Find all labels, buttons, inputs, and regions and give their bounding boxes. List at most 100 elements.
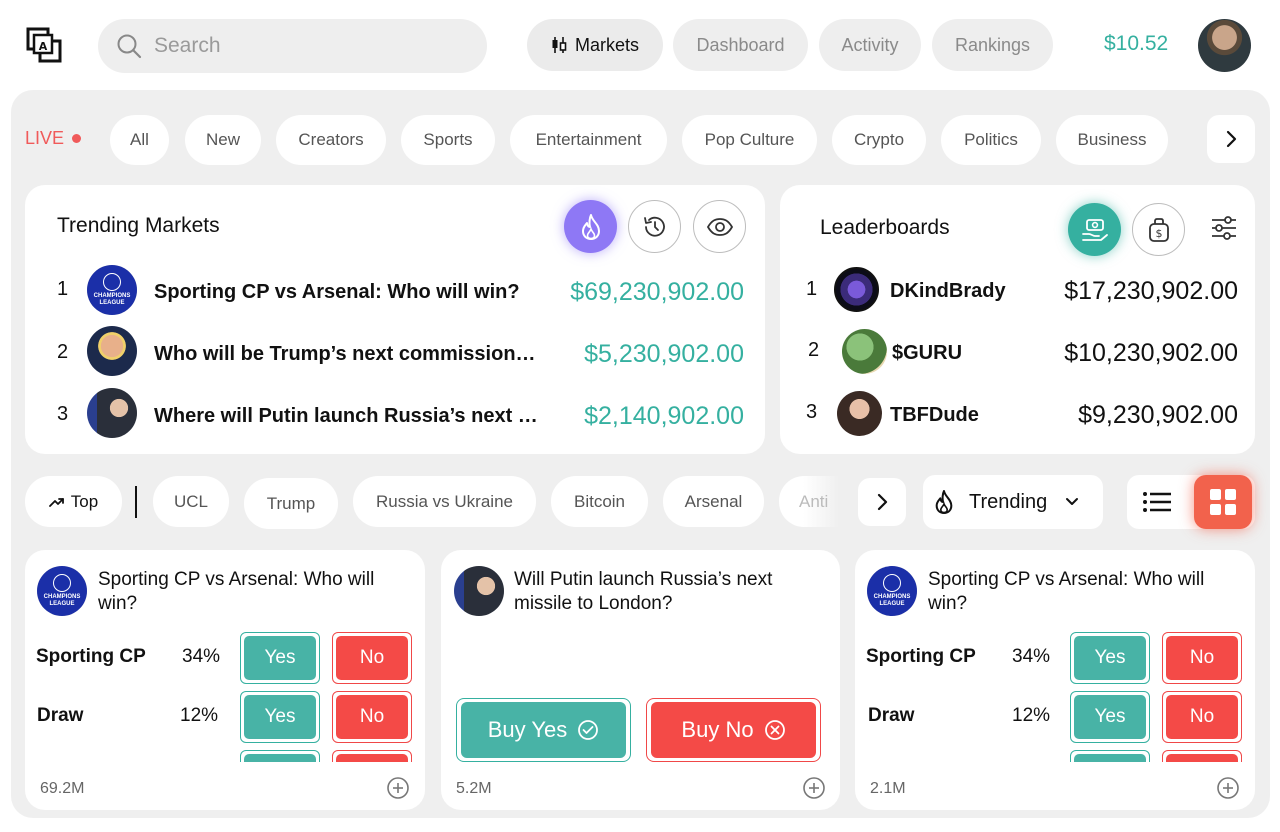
yes-button[interactable]: Yes (1070, 632, 1150, 684)
top-filter-label: Top (70, 491, 99, 511)
leader-rank: 1 (806, 278, 818, 300)
tag-label: Anti (799, 491, 829, 511)
category-next-button[interactable] (1207, 115, 1255, 163)
chevron-down-icon (1066, 498, 1079, 505)
buy-no-button[interactable]: Buy No (646, 698, 821, 762)
nav-markets[interactable]: Markets (527, 19, 663, 71)
tag-chip[interactable]: Arsenal (663, 476, 764, 527)
search-input[interactable]: Search (98, 19, 487, 73)
nav-markets-label: Markets (574, 34, 639, 55)
category-chip[interactable]: New (185, 115, 261, 165)
plus-circle-icon (803, 777, 825, 799)
yes-button[interactable]: Yes (240, 691, 320, 743)
nav-activity-label: Activity (841, 34, 899, 55)
market-title[interactable]: Sporting CP vs Arsenal: Who will win? (154, 281, 534, 304)
market-title[interactable]: Who will be Trump’s next commissioner? (154, 343, 546, 366)
outcome-list: Sporting CP 34% Yes No Draw 12% Yes No (25, 625, 425, 762)
yes-button[interactable] (1070, 750, 1150, 762)
champions-league-logo: CHAMPIONS LEAGUE (37, 566, 87, 616)
market-question[interactable]: Will Putin launch Russia’s next missile … (514, 568, 824, 616)
no-button[interactable] (332, 750, 412, 762)
user-avatar[interactable] (1198, 19, 1251, 72)
market-rank: 1 (57, 278, 69, 300)
chevron-right-icon (877, 493, 888, 511)
sort-label: Trending (969, 490, 1048, 513)
app-logo[interactable]: A (26, 27, 62, 63)
sort-dropdown[interactable]: Trending (923, 475, 1103, 529)
leader-name[interactable]: $GURU (892, 342, 962, 365)
tag-chip[interactable]: Bitcoin (551, 476, 648, 527)
filter-divider (135, 486, 137, 518)
no-button[interactable]: No (1162, 632, 1242, 684)
leader-name[interactable]: TBFDude (890, 404, 979, 427)
no-label: No (336, 636, 408, 680)
live-indicator[interactable]: LIVE (25, 128, 82, 149)
nav-dashboard[interactable]: Dashboard (673, 19, 808, 71)
category-label: All (130, 130, 149, 149)
top-filter-button[interactable]: Top (25, 476, 122, 527)
category-label: New (205, 130, 240, 149)
market-volume: $69,230,902.00 (570, 278, 744, 306)
outcome-percent: 34% (182, 646, 221, 667)
tag-label: Bitcoin (573, 491, 626, 511)
market-volume: $2,140,902.00 (584, 402, 744, 430)
buy-yes-button[interactable]: Buy Yes (456, 698, 631, 762)
yes-label: Yes (244, 695, 316, 739)
category-label: Politics (964, 130, 1018, 149)
grid-view-button[interactable] (1194, 475, 1252, 529)
no-label: No (1166, 695, 1238, 739)
money-hand-icon (1081, 218, 1108, 241)
outcome-percent: 34% (1012, 646, 1051, 667)
market-question[interactable]: Sporting CP vs Arsenal: Who will win? (98, 568, 418, 616)
watchlist-toggle-button[interactable] (693, 200, 746, 253)
no-button[interactable]: No (1162, 691, 1242, 743)
add-button[interactable] (1216, 776, 1240, 805)
tag-chip[interactable]: Trump (244, 478, 338, 529)
outcome-name: Draw (37, 705, 84, 726)
putin-avatar (87, 388, 137, 438)
trending-up-icon (48, 497, 64, 507)
add-button[interactable] (802, 776, 826, 805)
tags-next-button[interactable] (858, 478, 906, 526)
tag-chip[interactable]: Russia vs Ukraine (353, 476, 536, 527)
category-chip[interactable]: Business (1056, 115, 1168, 165)
wallet-toggle-button[interactable]: $ (1132, 203, 1185, 256)
search-icon (117, 34, 142, 59)
list-view-button[interactable] (1141, 486, 1173, 523)
yes-button[interactable]: Yes (240, 632, 320, 684)
buy-no-label: Buy No (681, 717, 754, 742)
trending-toggle-button[interactable] (564, 200, 617, 253)
add-button[interactable] (386, 776, 410, 805)
nav-rankings[interactable]: Rankings (932, 19, 1053, 71)
no-button[interactable] (1162, 750, 1242, 762)
leader-name[interactable]: DKindBrady (890, 280, 1006, 303)
filter-settings-button[interactable] (1210, 215, 1238, 246)
tag-chip[interactable]: Anti (779, 476, 839, 527)
category-chip[interactable]: Sports (401, 115, 495, 165)
yes-button[interactable]: Yes (1070, 691, 1150, 743)
yes-button[interactable] (240, 750, 320, 762)
category-chip[interactable]: Creators (276, 115, 386, 165)
wallet-balance[interactable]: $10.52 (1104, 32, 1168, 56)
leader-avatar (837, 391, 882, 436)
category-chip[interactable]: All (110, 115, 169, 165)
no-label: No (1166, 636, 1238, 680)
category-chip[interactable]: Politics (941, 115, 1041, 165)
no-button[interactable]: No (332, 632, 412, 684)
category-chip[interactable]: Crypto (832, 115, 926, 165)
recent-toggle-button[interactable] (628, 200, 681, 253)
putin-avatar (454, 566, 504, 616)
candlestick-icon (551, 36, 567, 54)
market-title[interactable]: Where will Putin launch Russia’s next mi… (154, 405, 540, 428)
market-question[interactable]: Sporting CP vs Arsenal: Who will win? (928, 568, 1248, 616)
svg-text:A: A (39, 40, 48, 53)
nav-activity[interactable]: Activity (819, 19, 921, 71)
category-chip[interactable]: Entertainment (510, 115, 667, 165)
no-button[interactable]: No (332, 691, 412, 743)
tag-chip[interactable]: UCL (153, 476, 229, 527)
category-chip[interactable]: Pop Culture (682, 115, 817, 165)
tag-label: Russia vs Ukraine (376, 491, 513, 511)
flame-icon (581, 213, 600, 240)
earnings-toggle-button[interactable] (1068, 203, 1121, 256)
leader-avatar (842, 329, 887, 374)
